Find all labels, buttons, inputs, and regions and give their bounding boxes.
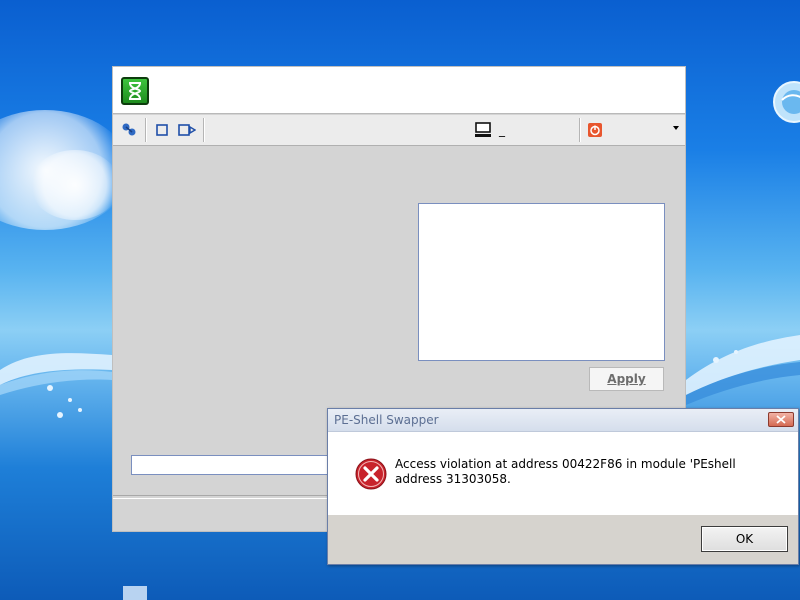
desktop-icon[interactable]: [123, 586, 147, 600]
toolbar-separator: [579, 118, 581, 142]
ok-button[interactable]: OK: [701, 526, 788, 552]
dialog-titlebar[interactable]: PE-Shell Swapper: [328, 409, 798, 432]
error-dialog: PE-Shell Swapper Access violation at add…: [327, 408, 799, 565]
toolbar: _: [113, 115, 685, 146]
content-list[interactable]: [418, 203, 665, 361]
desktop-wave-left: [0, 353, 112, 418]
network-icon[interactable]: [119, 120, 139, 140]
close-icon: [776, 415, 786, 424]
desktop-wave-right: [686, 335, 800, 405]
desktop-cloud: [30, 150, 120, 220]
computer-icon[interactable]: [473, 120, 493, 140]
power-icon[interactable]: [585, 120, 605, 140]
dialog-title: PE-Shell Swapper: [334, 413, 439, 427]
terminal-text: _: [499, 123, 505, 137]
stop-icon[interactable]: [152, 120, 172, 140]
hourglass-icon: [121, 77, 149, 105]
close-button[interactable]: [768, 412, 794, 427]
globe-icon[interactable]: [770, 80, 800, 124]
dialog-body: Access violation at address 00422F86 in …: [328, 432, 798, 515]
error-icon: [355, 458, 387, 490]
app-header: [113, 67, 685, 114]
record-icon[interactable]: [177, 120, 197, 140]
toolbar-separator: [203, 118, 205, 142]
apply-button[interactable]: Apply: [589, 367, 664, 391]
chevron-down-icon[interactable]: [673, 126, 679, 130]
toolbar-separator: [145, 118, 147, 142]
dialog-message: Access violation at address 00422F86 in …: [395, 457, 736, 486]
path-input[interactable]: [131, 455, 331, 475]
